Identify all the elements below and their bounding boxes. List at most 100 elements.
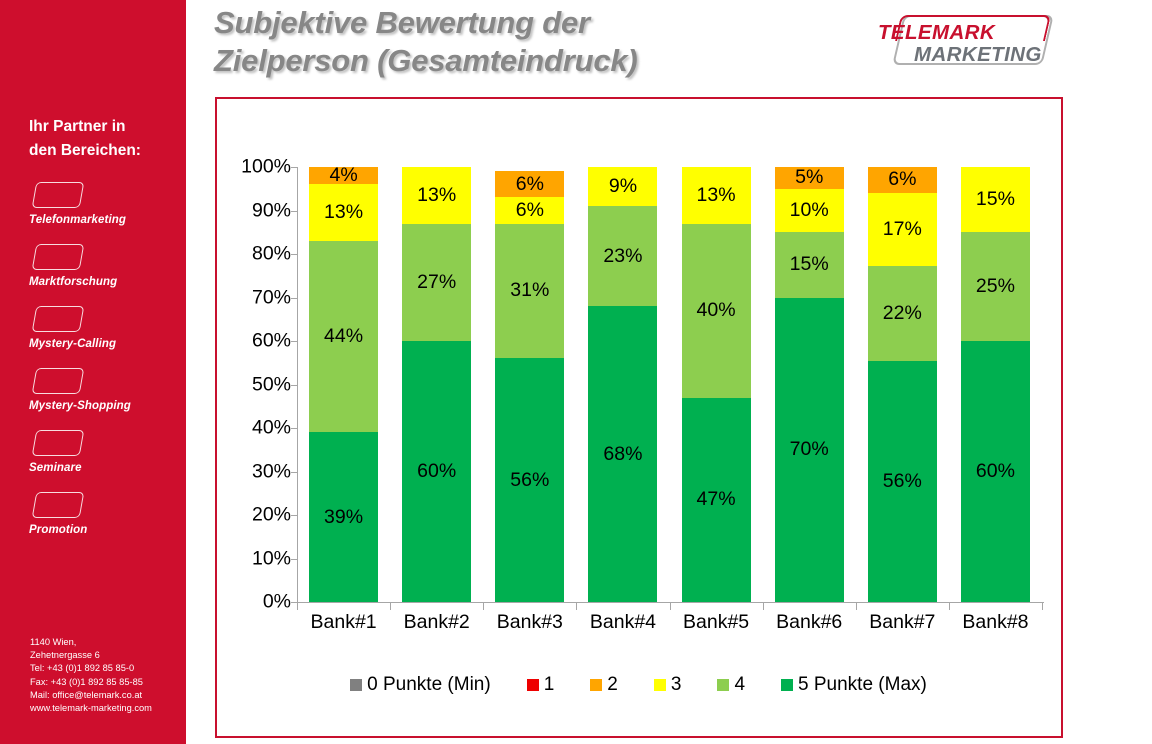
legend-item[interactable]: 1 — [526, 674, 554, 696]
bar-segment-label: 31% — [510, 279, 550, 302]
bar-segment[interactable]: 5% — [774, 167, 844, 189]
legend-item[interactable]: 4 — [717, 674, 745, 696]
x-axis-category-label: Bank#8 — [962, 611, 1029, 633]
bar-segment[interactable]: 70% — [774, 297, 844, 602]
y-axis-tick — [291, 297, 298, 299]
bar-segment[interactable]: 44% — [309, 240, 379, 433]
stacked-bar[interactable]: 39% 44% 13% 4% — [309, 167, 379, 602]
bar-segment[interactable]: 4% — [309, 167, 379, 185]
legend-item[interactable]: 2 — [590, 674, 618, 696]
bar-segment[interactable]: 9% — [588, 167, 658, 207]
y-axis-tick-label: 70% — [251, 286, 291, 308]
bar-segment[interactable]: 40% — [681, 223, 751, 398]
y-axis-labels: 0% 10% 20% 30% 40% 50% 60% 70% 80% 90% 100% — [224, 99, 291, 735]
legend-swatch-icon — [590, 679, 603, 691]
y-axis-tick-label: 20% — [251, 503, 291, 526]
y-axis-tick — [291, 167, 298, 168]
bar-segment[interactable]: 47% — [681, 397, 751, 602]
chart-plot-area: 39% 44% 13% 4% 60% 27% 13% 56% 31% 6% 6% 68% 23% 9% 47… — [297, 166, 1042, 602]
bar-segment-label: 27% — [417, 270, 457, 293]
sidebar-service-label: Marktforschung — [29, 276, 118, 288]
sidebar-service-item[interactable]: Mystery-Calling — [29, 306, 179, 368]
bar-segment-label: 17% — [882, 217, 922, 240]
parallelogram-icon — [31, 430, 85, 456]
bar-segment[interactable]: 27% — [402, 223, 472, 341]
y-axis-tick-label: 10% — [251, 547, 291, 569]
stacked-bar[interactable]: 68% 23% 9% — [588, 167, 658, 602]
legend-label: 0 Punkte (Min) — [367, 674, 491, 695]
bar-segment-label: 25% — [975, 275, 1015, 298]
x-axis-category-label: Bank#6 — [776, 611, 843, 633]
sidebar-service-item[interactable]: Mystery-Shopping — [29, 368, 179, 430]
sidebar-heading-line2: den Bereichen: — [29, 142, 141, 160]
contact-address-city: 1140 Wien, — [30, 637, 77, 647]
bar-segment[interactable]: 25% — [960, 232, 1030, 341]
stacked-bar[interactable]: 60% 25% 15% — [960, 167, 1030, 602]
bar-segment[interactable]: 17% — [867, 192, 937, 267]
bar-segment-label: 5% — [795, 167, 824, 189]
legend-swatch-icon — [526, 679, 539, 691]
bar-segment[interactable]: 13% — [402, 167, 472, 224]
bar-segment[interactable]: 31% — [495, 223, 565, 359]
bar-segment-label: 23% — [603, 244, 643, 267]
bar-segment-label: 56% — [510, 468, 550, 491]
stacked-bar[interactable]: 70% 15% 10% 5% — [774, 167, 844, 602]
bar-segment-label: 60% — [975, 460, 1015, 482]
bar-segment-label: 68% — [603, 442, 643, 465]
bar-segment[interactable]: 6% — [495, 171, 565, 198]
legend-item[interactable]: 3 — [653, 674, 681, 696]
contact-address-street: Zehetnergasse 6 — [30, 650, 100, 661]
sidebar-service-item[interactable]: Telefonmarketing — [29, 182, 179, 244]
contact-website: www.telemark-marketing.com — [30, 702, 152, 713]
bar-segment[interactable]: 60% — [402, 341, 472, 602]
sidebar-service-item[interactable]: Marktforschung — [29, 244, 179, 306]
bar-segment-label: 13% — [324, 201, 364, 224]
bar-segment[interactable]: 23% — [588, 206, 658, 307]
y-axis-tick — [291, 254, 298, 255]
bar-segment-label: 39% — [324, 505, 364, 528]
legend-label: 2 — [607, 674, 618, 695]
sidebar-contact: 1140 Wien, Zehetnergasse 6 Tel: +43 (0)1… — [30, 636, 152, 715]
bar-segment-label: 22% — [882, 301, 922, 324]
x-axis-category-label: Bank#4 — [589, 611, 657, 633]
bar-segment[interactable]: 10% — [774, 188, 844, 233]
bar-segment[interactable]: 56% — [867, 360, 937, 602]
sidebar-service-label: Promotion — [29, 524, 88, 536]
sidebar-service-item[interactable]: Seminare — [29, 430, 179, 492]
y-axis-tick — [291, 341, 298, 342]
bar-segment[interactable]: 68% — [588, 306, 658, 602]
bar-segment[interactable]: 13% — [309, 184, 379, 241]
bar-segment[interactable]: 39% — [309, 432, 379, 602]
bar-segment[interactable]: 15% — [774, 232, 844, 298]
bar-segment[interactable]: 6% — [867, 166, 937, 193]
stacked-bar[interactable]: 47% 40% 13% — [681, 167, 751, 602]
x-axis-tick — [390, 603, 392, 610]
x-axis-category-label: Bank#7 — [869, 611, 936, 633]
bar-segment[interactable]: 56% — [495, 358, 565, 602]
contact-mail: Mail: office@telemark.co.at — [30, 689, 143, 700]
legend-label: 4 — [734, 674, 746, 695]
sidebar-service-label: Mystery-Shopping — [29, 400, 131, 412]
service-list: Telefonmarketing Marktforschung Mystery-Ca… — [29, 182, 179, 554]
bar-segment[interactable]: 22% — [867, 266, 937, 361]
y-axis-tick-label: 80% — [251, 242, 291, 265]
legend-item[interactable]: 5 Punkte (Max) — [781, 674, 927, 696]
bar-segment-label: 13% — [417, 183, 457, 206]
legend-item[interactable]: 0 Punkte (Min) — [350, 674, 491, 696]
sidebar-service-label: Telefonmarketing — [29, 214, 127, 226]
parallelogram-icon — [31, 368, 85, 394]
x-axis-category-label: Bank#5 — [682, 611, 750, 633]
stacked-bar[interactable]: 56% 22% 17% 6% — [867, 166, 937, 602]
telemark-logo: TELEMARK MARKETING — [872, 14, 1072, 70]
chart-plot-wrapper: 0% 10% 20% 30% 40% 50% 60% 70% 80% 90% 100% 39% 44%… — [217, 99, 1060, 735]
stacked-bar[interactable]: 56% 31% 6% 6% — [495, 167, 565, 602]
bar-segment[interactable]: 60% — [960, 341, 1030, 602]
bar-segment[interactable]: 15% — [960, 167, 1030, 233]
x-axis-tick — [855, 603, 857, 610]
stacked-bar[interactable]: 60% 27% 13% — [402, 167, 472, 602]
bar-segment[interactable]: 13% — [681, 167, 751, 224]
sidebar-heading-line1: Ihr Partner in — [29, 118, 126, 135]
chart-frame: 0% 10% 20% 30% 40% 50% 60% 70% 80% 90% 100% 39% 44%… — [215, 97, 1063, 738]
bar-segment[interactable]: 6% — [495, 197, 565, 224]
sidebar-service-item[interactable]: Promotion — [29, 492, 179, 554]
